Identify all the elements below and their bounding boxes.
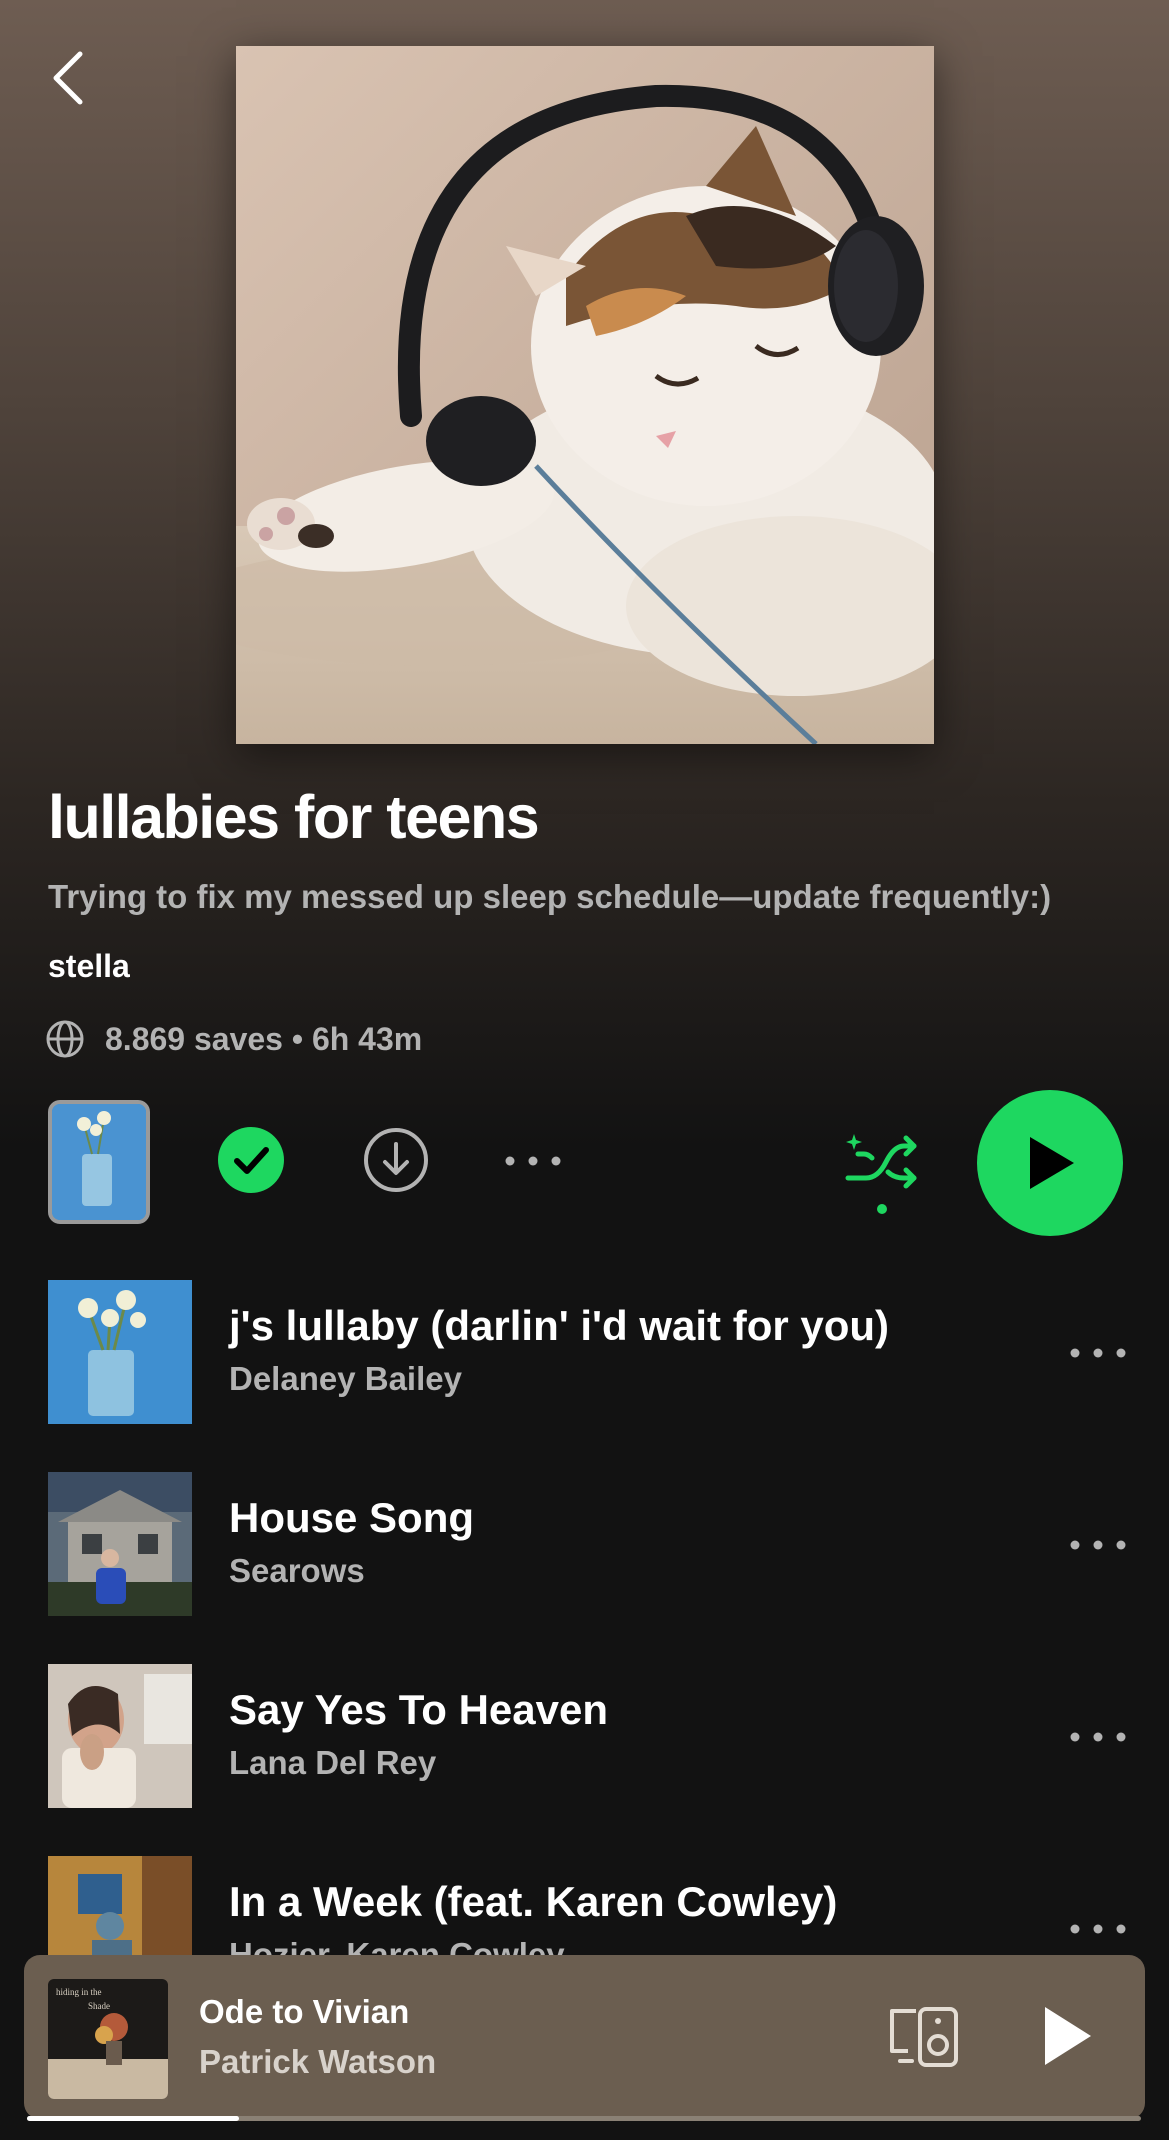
more-horizontal-icon xyxy=(1070,1540,1126,1550)
play-button[interactable] xyxy=(977,1090,1123,1236)
playlist-description: Trying to fix my messed up sleep schedul… xyxy=(48,878,1052,915)
track-artist: Lana Del Rey xyxy=(229,1744,437,1781)
play-icon xyxy=(1045,2007,1091,2065)
playlist-title: lullabies for teens xyxy=(48,783,540,851)
track-more-button[interactable] xyxy=(1068,1338,1128,1368)
download-icon xyxy=(364,1128,428,1192)
track-more-button[interactable] xyxy=(1068,1722,1128,1752)
svg-text:Shade: Shade xyxy=(88,2001,110,2011)
more-horizontal-icon xyxy=(1070,1732,1126,1742)
shuffle-button[interactable] xyxy=(842,1126,922,1221)
track-row[interactable]: j's lullaby (darlin' i'd wait for you) D… xyxy=(0,1280,1169,1430)
track-title: In a Week (feat. Karen Cowley) xyxy=(229,1878,838,1925)
track-artist: Searows xyxy=(229,1552,365,1589)
track-artwork xyxy=(48,1472,192,1616)
preview-thumbnail[interactable] xyxy=(48,1100,150,1224)
now-playing-artist: Patrick Watson xyxy=(199,2043,437,2080)
chevron-left-icon xyxy=(53,51,83,105)
globe-icon xyxy=(46,1020,84,1058)
track-more-button[interactable] xyxy=(1068,1914,1128,1944)
playlist-controls xyxy=(0,1090,1169,1240)
shuffle-icon xyxy=(845,1134,917,1214)
more-horizontal-icon xyxy=(505,1156,561,1166)
playlist-owner[interactable]: stella xyxy=(48,948,130,985)
track-artwork xyxy=(48,1280,192,1424)
track-more-button[interactable] xyxy=(1068,1530,1128,1560)
download-button[interactable] xyxy=(362,1126,430,1199)
track-row[interactable]: Say Yes To Heaven Lana Del Rey xyxy=(0,1664,1169,1814)
saved-button[interactable] xyxy=(217,1126,285,1199)
devices-icon xyxy=(890,2007,958,2067)
play-icon xyxy=(1030,1137,1074,1189)
now-playing-title: Ode to Vivian xyxy=(199,1993,410,2030)
track-row[interactable]: House Song Searows xyxy=(0,1472,1169,1622)
playback-progress-bar[interactable] xyxy=(27,2116,1141,2121)
playback-progress-fill xyxy=(27,2116,239,2121)
now-playing-bar[interactable]: hiding in the Shade Ode to Vivian Patric… xyxy=(24,1955,1145,2119)
track-artwork xyxy=(48,1664,192,1808)
more-horizontal-icon xyxy=(1070,1924,1126,1934)
back-button[interactable] xyxy=(42,42,102,114)
playlist-cover-image xyxy=(236,46,934,744)
mini-play-button[interactable] xyxy=(1039,2003,1095,2074)
track-title: Say Yes To Heaven xyxy=(229,1686,609,1733)
more-options-button[interactable] xyxy=(503,1146,563,1181)
more-horizontal-icon xyxy=(1070,1348,1126,1358)
playlist-meta: 8.869 saves • 6h 43m xyxy=(45,1015,422,1063)
svg-text:hiding in the: hiding in the xyxy=(56,1987,102,1997)
now-playing-artwork: hiding in the Shade xyxy=(48,1979,168,2099)
track-title: j's lullaby (darlin' i'd wait for you) xyxy=(229,1302,890,1349)
track-title: House Song xyxy=(229,1494,475,1541)
devices-button[interactable] xyxy=(886,2005,962,2074)
check-circle-icon xyxy=(218,1127,284,1193)
track-artist: Delaney Bailey xyxy=(229,1360,462,1397)
playlist-saves-duration: 8.869 saves • 6h 43m xyxy=(105,1020,423,1057)
